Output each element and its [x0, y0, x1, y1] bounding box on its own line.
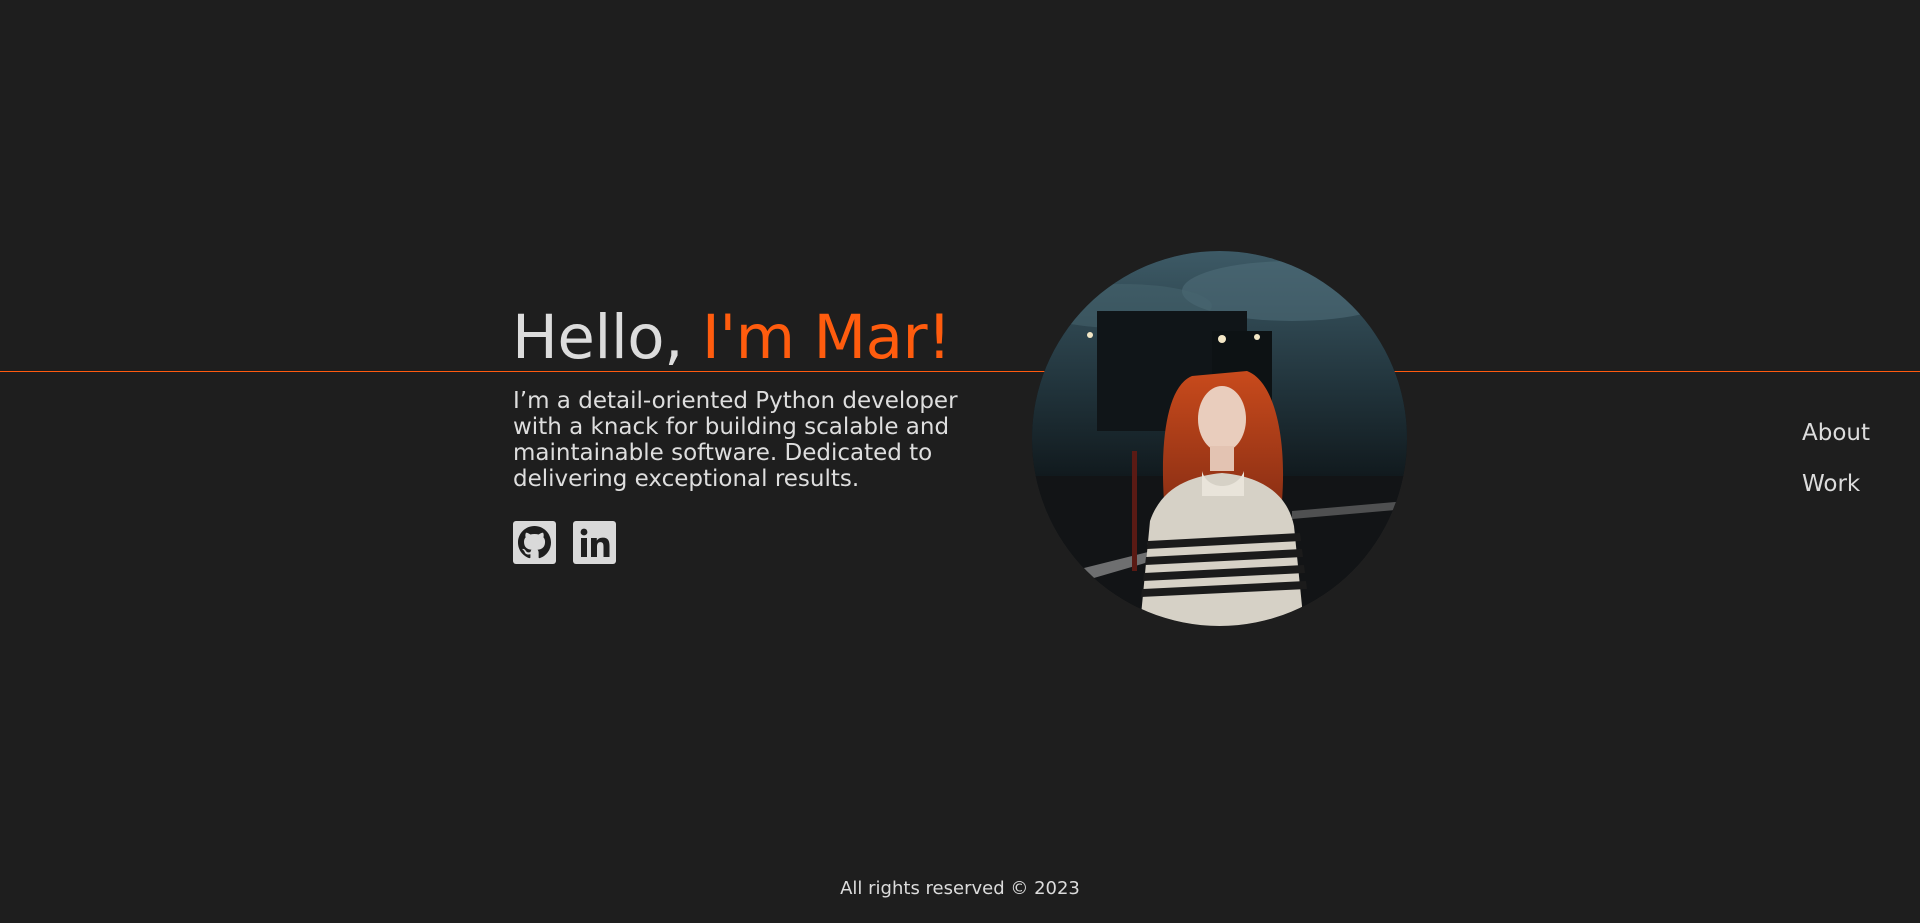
social-links [513, 521, 616, 564]
footer-copyright: All rights reserved © 2023 [840, 878, 1080, 899]
accent-divider-line [0, 371, 1920, 372]
hero-heading: Hello, I'm Mar! [512, 298, 952, 378]
hero-greeting: Hello, [512, 302, 702, 373]
main-nav: About Work [1802, 420, 1870, 498]
github-icon [518, 526, 551, 559]
page: Hello, I'm Mar! I’m a detail-oriented Py… [0, 0, 1920, 923]
hero-bio: I’m a detail-oriented Python developer w… [513, 388, 958, 492]
profile-photo [1032, 251, 1407, 626]
linkedin-link[interactable] [573, 521, 616, 564]
hero-name: I'm Mar! [701, 302, 952, 373]
github-link[interactable] [513, 521, 556, 564]
linkedin-icon [577, 525, 613, 561]
nav-item-about[interactable]: About [1802, 420, 1870, 447]
nav-item-work[interactable]: Work [1802, 471, 1870, 498]
